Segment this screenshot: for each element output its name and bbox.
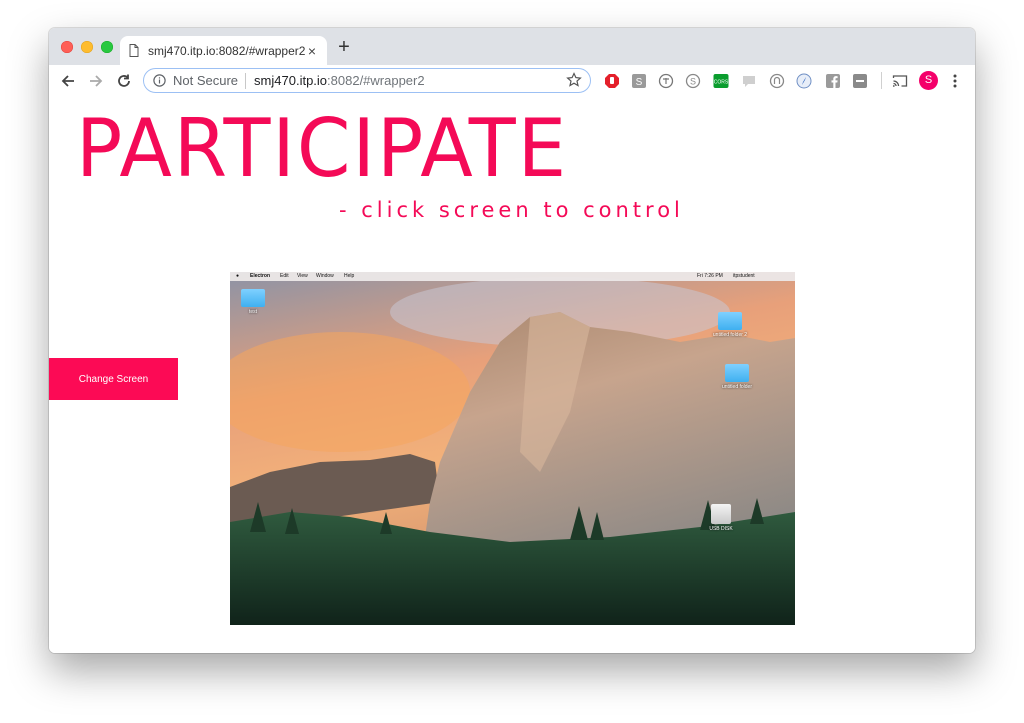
browser-toolbar: Not Secure smj470.itp.io:8082/#wrapper2 … (49, 65, 975, 99)
address-bar[interactable]: Not Secure smj470.itp.io:8082/#wrapper2 (143, 68, 591, 93)
folder-icon (718, 312, 742, 330)
new-tab-button[interactable]: + (334, 37, 354, 57)
bookmark-star-icon[interactable] (566, 72, 582, 88)
svg-text:S: S (636, 77, 643, 88)
change-screen-button[interactable]: Change Screen (49, 358, 178, 400)
svg-text:S: S (690, 77, 696, 87)
cast-icon[interactable] (892, 73, 908, 89)
more-menu-icon[interactable] (952, 73, 958, 89)
document-icon (129, 44, 139, 57)
page-subtitle: - click screen to control (339, 198, 684, 222)
tab-close-icon[interactable]: × (305, 44, 319, 58)
skype-icon[interactable]: S (685, 73, 701, 89)
ghostery-icon[interactable] (769, 73, 785, 89)
folder-icon (241, 289, 265, 307)
drive-icon (711, 504, 731, 524)
translate-icon[interactable] (658, 73, 674, 89)
arrow-right-icon (90, 75, 103, 87)
cors-icon[interactable]: CORS (713, 73, 729, 89)
url-text[interactable]: smj470.itp.io:8082/#wrapper2 (254, 73, 425, 88)
page-title: PARTICIPATE (76, 102, 569, 195)
info-icon[interactable] (153, 74, 166, 87)
remote-app-name: Electron (250, 273, 271, 279)
svg-text:CORS: CORS (714, 80, 729, 86)
remote-menu-view: View (297, 273, 308, 279)
desktop-icon-label: USB DISK (709, 526, 733, 532)
profile-avatar[interactable]: S (919, 71, 938, 90)
desktop-folder-untitled: untitled folder (715, 364, 759, 390)
desktop-icon-label: untitled folder (721, 384, 753, 390)
remote-user: itpstudent (733, 273, 755, 279)
remote-menu-edit: Edit (280, 273, 289, 279)
zoom-window-button[interactable] (101, 41, 113, 53)
tab-strip: smj470.itp.io:8082/#wrapper2 × + (49, 28, 975, 65)
back-button[interactable] (58, 71, 78, 91)
desktop-icon-label: test (248, 309, 258, 315)
s-extension-icon[interactable]: S (631, 73, 647, 89)
desktop-folder-untitled-2: untitled folder 2 (708, 312, 752, 338)
close-window-button[interactable] (61, 41, 73, 53)
omnibox-divider (245, 72, 247, 89)
reload-button[interactable] (114, 71, 134, 91)
desktop-icon-label: untitled folder 2 (712, 332, 748, 338)
browser-tab[interactable]: smj470.itp.io:8082/#wrapper2 × (120, 36, 327, 65)
toolbar-divider (881, 72, 882, 89)
forward-button[interactable] (86, 71, 106, 91)
reload-icon (118, 74, 130, 87)
facebook-icon[interactable] (825, 73, 841, 89)
remote-clock: Fri 7:26 PM (697, 273, 723, 279)
url-host: smj470.itp.io (254, 73, 328, 88)
comment-icon[interactable] (741, 73, 757, 89)
url-rest: :8082/#wrapper2 (327, 73, 425, 88)
remote-menu-bar: ● Electron Edit View Window Help Fri 7:2… (230, 272, 795, 281)
page-content: PARTICIPATE - click screen to control Ch… (49, 98, 975, 653)
minimize-window-button[interactable] (81, 41, 93, 53)
desktop-folder-test: test (239, 289, 267, 315)
folder-icon (725, 364, 749, 382)
browser-window: smj470.itp.io:8082/#wrapper2 × + Not Sec… (49, 28, 975, 653)
compass-icon[interactable] (796, 73, 812, 89)
remote-screen-view[interactable]: ● Electron Edit View Window Help Fri 7:2… (230, 272, 795, 625)
security-label[interactable]: Not Secure (173, 73, 238, 88)
adblock-icon[interactable] (604, 73, 620, 89)
arrow-left-icon (61, 75, 74, 87)
desktop-usb-disk: USB DISK (706, 504, 736, 532)
apple-icon: ● (236, 273, 240, 279)
tab-title: smj470.itp.io:8082/#wrapper2 (148, 43, 305, 58)
minus-extension-icon[interactable] (852, 73, 868, 89)
remote-menu-help: Help (344, 273, 355, 279)
remote-menu-window: Window (316, 273, 334, 279)
